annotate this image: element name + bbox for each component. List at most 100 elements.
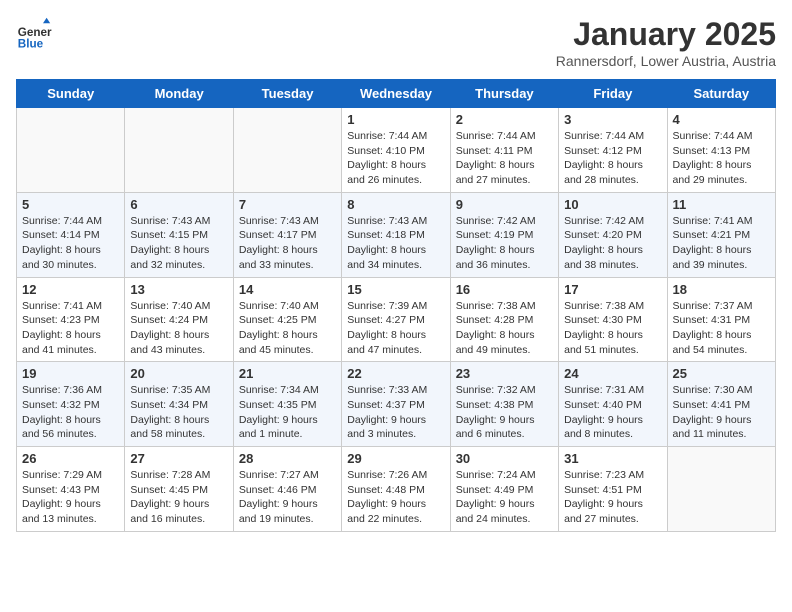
calendar: SundayMondayTuesdayWednesdayThursdayFrid… — [16, 79, 776, 532]
day-number: 20 — [130, 366, 227, 381]
day-info: Sunrise: 7:36 AM Sunset: 4:32 PM Dayligh… — [22, 383, 119, 442]
logo-icon: General Blue — [16, 16, 52, 52]
calendar-cell: 31 Sunrise: 7:23 AM Sunset: 4:51 PM Dayli… — [559, 447, 667, 532]
day-info: Sunrise: 7:31 AM Sunset: 4:40 PM Dayligh… — [564, 383, 661, 442]
calendar-week-row: 1 Sunrise: 7:44 AM Sunset: 4:10 PM Daylig… — [17, 108, 776, 193]
logo: General Blue — [16, 16, 52, 52]
day-number: 22 — [347, 366, 444, 381]
day-info: Sunrise: 7:41 AM Sunset: 4:23 PM Dayligh… — [22, 299, 119, 358]
calendar-week-row: 19 Sunrise: 7:36 AM Sunset: 4:32 PM Dayli… — [17, 362, 776, 447]
calendar-cell: 28 Sunrise: 7:27 AM Sunset: 4:46 PM Dayli… — [233, 447, 341, 532]
day-info: Sunrise: 7:33 AM Sunset: 4:37 PM Dayligh… — [347, 383, 444, 442]
day-info: Sunrise: 7:38 AM Sunset: 4:28 PM Dayligh… — [456, 299, 553, 358]
day-number: 7 — [239, 197, 336, 212]
day-info: Sunrise: 7:39 AM Sunset: 4:27 PM Dayligh… — [347, 299, 444, 358]
day-info: Sunrise: 7:44 AM Sunset: 4:10 PM Dayligh… — [347, 129, 444, 188]
day-info: Sunrise: 7:24 AM Sunset: 4:49 PM Dayligh… — [456, 468, 553, 527]
calendar-cell: 13Sunrise: 7:40 AM Sunset: 4:24 PM Dayli… — [125, 277, 233, 362]
day-info: Sunrise: 7:32 AM Sunset: 4:38 PM Dayligh… — [456, 383, 553, 442]
day-number: 13 — [130, 282, 227, 297]
day-number: 4 — [673, 112, 770, 127]
month-title: January 2025 — [556, 16, 776, 53]
day-number: 16 — [456, 282, 553, 297]
day-info: Sunrise: 7:35 AM Sunset: 4:34 PM Dayligh… — [130, 383, 227, 442]
day-number: 27 — [130, 451, 227, 466]
calendar-cell: 11Sunrise: 7:41 AM Sunset: 4:21 PM Dayli… — [667, 192, 775, 277]
day-number: 9 — [456, 197, 553, 212]
day-info: Sunrise: 7:43 AM Sunset: 4:15 PM Dayligh… — [130, 214, 227, 273]
weekday-header: Friday — [559, 80, 667, 108]
day-number: 19 — [22, 366, 119, 381]
calendar-cell: 15 Sunrise: 7:39 AM Sunset: 4:27 PM Dayli… — [342, 277, 450, 362]
calendar-cell: 9 Sunrise: 7:42 AM Sunset: 4:19 PM Daylig… — [450, 192, 558, 277]
day-info: Sunrise: 7:27 AM Sunset: 4:46 PM Dayligh… — [239, 468, 336, 527]
day-info: Sunrise: 7:30 AM Sunset: 4:41 PM Dayligh… — [673, 383, 770, 442]
day-number: 24 — [564, 366, 661, 381]
day-info: Sunrise: 7:26 AM Sunset: 4:48 PM Dayligh… — [347, 468, 444, 527]
day-info: Sunrise: 7:44 AM Sunset: 4:14 PM Dayligh… — [22, 214, 119, 273]
day-number: 25 — [673, 366, 770, 381]
calendar-week-row: 12 Sunrise: 7:41 AM Sunset: 4:23 PM Dayli… — [17, 277, 776, 362]
calendar-cell: 8 Sunrise: 7:43 AM Sunset: 4:18 PM Daylig… — [342, 192, 450, 277]
day-number: 3 — [564, 112, 661, 127]
weekday-header: Sunday — [17, 80, 125, 108]
day-info: Sunrise: 7:42 AM Sunset: 4:19 PM Dayligh… — [456, 214, 553, 273]
title-section: January 2025 Rannersdorf, Lower Austria,… — [556, 16, 776, 69]
day-number: 29 — [347, 451, 444, 466]
calendar-cell: 25 Sunrise: 7:30 AM Sunset: 4:41 PM Dayli… — [667, 362, 775, 447]
day-info: Sunrise: 7:29 AM Sunset: 4:43 PM Dayligh… — [22, 468, 119, 527]
calendar-cell: 22 Sunrise: 7:33 AM Sunset: 4:37 PM Dayli… — [342, 362, 450, 447]
day-info: Sunrise: 7:44 AM Sunset: 4:13 PM Dayligh… — [673, 129, 770, 188]
calendar-cell: 29 Sunrise: 7:26 AM Sunset: 4:48 PM Dayli… — [342, 447, 450, 532]
day-number: 2 — [456, 112, 553, 127]
calendar-cell — [667, 447, 775, 532]
day-number: 1 — [347, 112, 444, 127]
day-number: 8 — [347, 197, 444, 212]
day-number: 21 — [239, 366, 336, 381]
day-info: Sunrise: 7:37 AM Sunset: 4:31 PM Dayligh… — [673, 299, 770, 358]
day-info: Sunrise: 7:43 AM Sunset: 4:18 PM Dayligh… — [347, 214, 444, 273]
calendar-cell — [125, 108, 233, 193]
calendar-cell — [17, 108, 125, 193]
day-info: Sunrise: 7:41 AM Sunset: 4:21 PM Dayligh… — [673, 214, 770, 273]
calendar-cell: 1 Sunrise: 7:44 AM Sunset: 4:10 PM Daylig… — [342, 108, 450, 193]
day-info: Sunrise: 7:34 AM Sunset: 4:35 PM Dayligh… — [239, 383, 336, 442]
day-number: 30 — [456, 451, 553, 466]
calendar-cell: 7 Sunrise: 7:43 AM Sunset: 4:17 PM Daylig… — [233, 192, 341, 277]
day-number: 12 — [22, 282, 119, 297]
day-number: 31 — [564, 451, 661, 466]
day-info: Sunrise: 7:23 AM Sunset: 4:51 PM Dayligh… — [564, 468, 661, 527]
calendar-cell: 20 Sunrise: 7:35 AM Sunset: 4:34 PM Dayli… — [125, 362, 233, 447]
day-number: 18 — [673, 282, 770, 297]
calendar-cell: 17Sunrise: 7:38 AM Sunset: 4:30 PM Dayli… — [559, 277, 667, 362]
weekday-header: Monday — [125, 80, 233, 108]
calendar-cell — [233, 108, 341, 193]
day-info: Sunrise: 7:40 AM Sunset: 4:25 PM Dayligh… — [239, 299, 336, 358]
svg-text:Blue: Blue — [18, 38, 44, 51]
day-number: 23 — [456, 366, 553, 381]
location-subtitle: Rannersdorf, Lower Austria, Austria — [556, 53, 776, 69]
calendar-cell: 19 Sunrise: 7:36 AM Sunset: 4:32 PM Dayli… — [17, 362, 125, 447]
weekday-header-row: SundayMondayTuesdayWednesdayThursdayFrid… — [17, 80, 776, 108]
day-number: 26 — [22, 451, 119, 466]
calendar-cell: 16 Sunrise: 7:38 AM Sunset: 4:28 PM Dayli… — [450, 277, 558, 362]
day-info: Sunrise: 7:44 AM Sunset: 4:12 PM Dayligh… — [564, 129, 661, 188]
calendar-cell: 26 Sunrise: 7:29 AM Sunset: 4:43 PM Dayli… — [17, 447, 125, 532]
day-info: Sunrise: 7:43 AM Sunset: 4:17 PM Dayligh… — [239, 214, 336, 273]
day-number: 6 — [130, 197, 227, 212]
calendar-cell: 3 Sunrise: 7:44 AM Sunset: 4:12 PM Daylig… — [559, 108, 667, 193]
weekday-header: Tuesday — [233, 80, 341, 108]
day-info: Sunrise: 7:38 AM Sunset: 4:30 PM Dayligh… — [564, 299, 661, 358]
calendar-cell: 4 Sunrise: 7:44 AM Sunset: 4:13 PM Daylig… — [667, 108, 775, 193]
day-number: 28 — [239, 451, 336, 466]
day-number: 15 — [347, 282, 444, 297]
calendar-cell: 2Sunrise: 7:44 AM Sunset: 4:11 PM Daylig… — [450, 108, 558, 193]
day-info: Sunrise: 7:28 AM Sunset: 4:45 PM Dayligh… — [130, 468, 227, 527]
day-number: 10 — [564, 197, 661, 212]
calendar-week-row: 26 Sunrise: 7:29 AM Sunset: 4:43 PM Dayli… — [17, 447, 776, 532]
day-info: Sunrise: 7:42 AM Sunset: 4:20 PM Dayligh… — [564, 214, 661, 273]
header: General Blue January 2025 Rannersdorf, L… — [16, 16, 776, 69]
calendar-cell: 23 Sunrise: 7:32 AM Sunset: 4:38 PM Dayli… — [450, 362, 558, 447]
calendar-cell: 30 Sunrise: 7:24 AM Sunset: 4:49 PM Dayli… — [450, 447, 558, 532]
calendar-cell: 6 Sunrise: 7:43 AM Sunset: 4:15 PM Daylig… — [125, 192, 233, 277]
